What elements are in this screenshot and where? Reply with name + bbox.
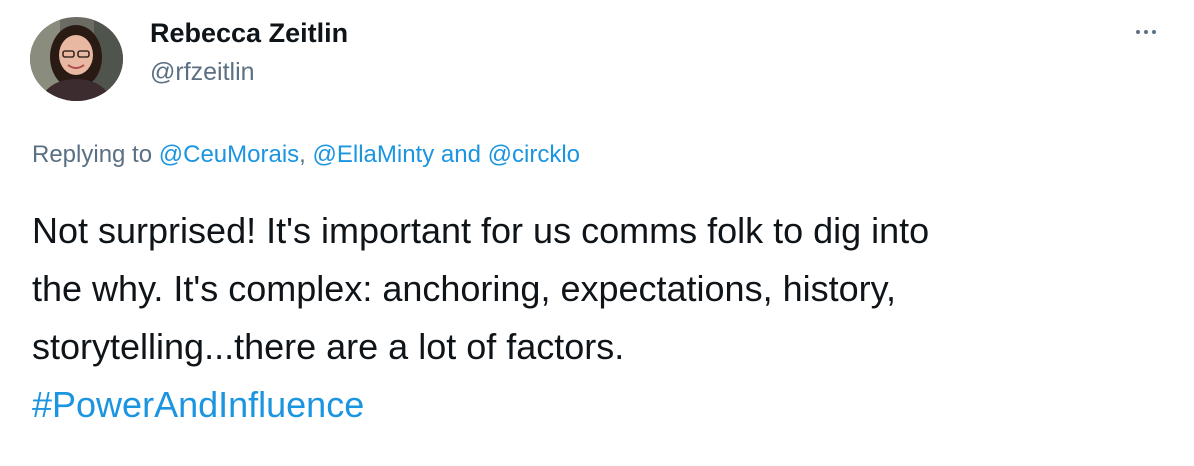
- author-handle[interactable]: @rfzeitlin: [150, 57, 255, 87]
- more-horizontal-icon: [1152, 30, 1156, 34]
- hashtag-link[interactable]: #PowerAndInfluence: [32, 376, 1172, 434]
- tweet-text-line: the why. It's complex: anchoring, expect…: [32, 268, 896, 309]
- replying-to-line: Replying to @CeuMorais, @EllaMinty and @…: [32, 140, 580, 170]
- tweet-text-line: Not surprised! It's important for us com…: [32, 210, 930, 251]
- author-display-name[interactable]: Rebecca Zeitlin: [150, 17, 348, 49]
- mention-link[interactable]: @EllaMinty: [313, 141, 435, 168]
- more-horizontal-icon: [1136, 30, 1140, 34]
- more-options-button[interactable]: [1124, 20, 1168, 44]
- avatar-photo: [30, 17, 123, 101]
- reply-separator: ,: [299, 141, 313, 168]
- replying-to-label: Replying to: [32, 141, 159, 168]
- tweet-text: Not surprised! It's important for us com…: [32, 202, 1172, 434]
- more-horizontal-icon: [1144, 30, 1148, 34]
- tweet-text-line: storytelling...there are a lot of factor…: [32, 326, 625, 367]
- tweet-card: Rebecca Zeitlin @rfzeitlin Replying to @…: [0, 0, 1194, 466]
- mention-link[interactable]: @circklo: [488, 141, 580, 168]
- reply-separator: and: [434, 141, 488, 168]
- avatar[interactable]: [30, 17, 123, 101]
- mention-link[interactable]: @CeuMorais: [159, 141, 299, 168]
